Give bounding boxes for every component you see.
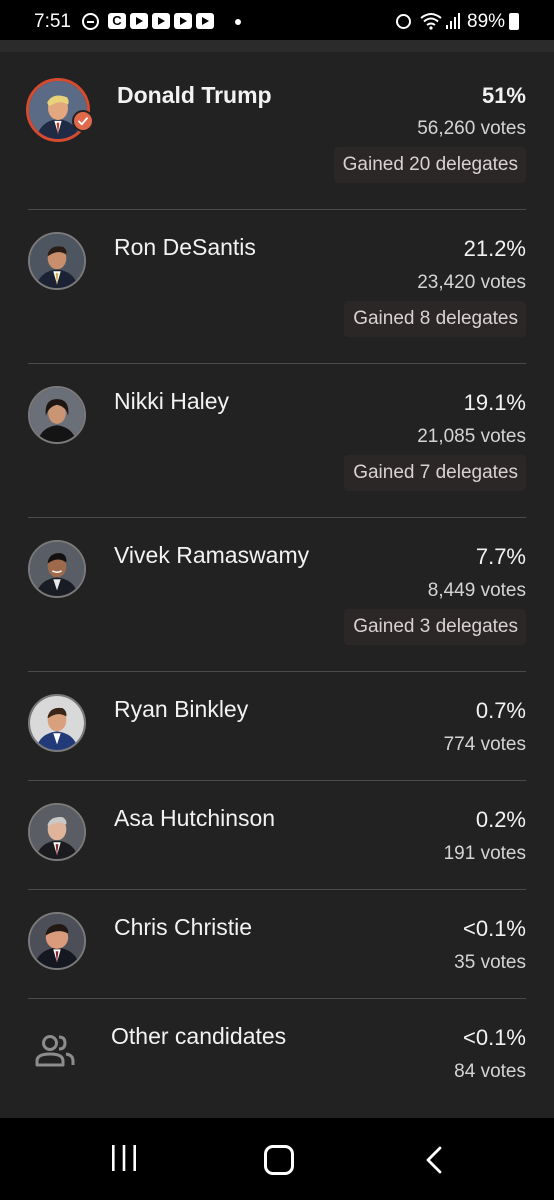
candidate-percent: <0.1% (463, 1025, 526, 1050)
battery-percent: 89% (467, 11, 506, 32)
candidate-votes: 8,449 votes (427, 580, 526, 601)
candidate-name: Donald Trump (117, 82, 272, 108)
candidate-avatar (28, 694, 86, 752)
results-list[interactable]: Donald Trump 51% 56,260 votes Gained 20 … (0, 52, 554, 1118)
candidate-photo (30, 542, 84, 596)
scrolled-content-edge (0, 40, 554, 52)
divider (28, 889, 526, 890)
candidate-votes: 35 votes (454, 952, 526, 973)
candidate-name: Vivek Ramaswamy (114, 542, 310, 568)
candidate-percent: 0.7% (475, 698, 526, 723)
people-icon (35, 1035, 75, 1067)
candidate-photo (30, 388, 84, 442)
youtube-icon (174, 13, 192, 29)
candidate-votes: 191 votes (443, 843, 526, 864)
candidate-name: Asa Hutchinson (114, 805, 276, 831)
candidate-votes: 56,260 votes (417, 118, 526, 139)
candidate-percent: 19.1% (463, 390, 526, 415)
candidate-votes: 84 votes (454, 1061, 526, 1082)
divider (28, 517, 526, 518)
candidate-avatar (28, 540, 86, 598)
wifi-icon (420, 13, 442, 30)
candidate-votes: 774 votes (443, 734, 526, 755)
candidate-percent: 21.2% (463, 236, 526, 261)
battery-icon (509, 13, 519, 30)
back-icon[interactable] (424, 1146, 444, 1174)
candidate-avatar (28, 232, 86, 290)
candidate-name: Chris Christie (114, 914, 253, 940)
youtube-icon (130, 13, 148, 29)
more-notifications-dot-icon (235, 19, 241, 25)
candidate-votes: 21,085 votes (417, 426, 526, 447)
candidate-percent: 51% (481, 83, 526, 108)
delegates-badge: Gained 7 delegates (344, 455, 526, 491)
candidate-photo (30, 234, 84, 288)
home-icon[interactable] (264, 1145, 294, 1175)
divider (28, 998, 526, 999)
candidate-photo (30, 805, 84, 859)
signal-icon (446, 13, 460, 29)
candidate-percent: <0.1% (463, 916, 526, 941)
candidate-photo (30, 914, 84, 968)
do-not-disturb-icon (82, 13, 99, 30)
delegates-badge: Gained 8 delegates (344, 301, 526, 337)
recents-icon[interactable] (110, 1145, 138, 1171)
divider (28, 671, 526, 672)
candidate-photo (30, 696, 84, 750)
youtube-icon (152, 13, 170, 29)
candidate-avatar (28, 912, 86, 970)
delegates-badge: Gained 3 delegates (344, 609, 526, 645)
candidate-percent: 7.7% (475, 544, 526, 569)
candidate-name: Ron DeSantis (114, 234, 256, 260)
divider (28, 780, 526, 781)
status-bar: 7:51 C 89% (0, 0, 554, 40)
alarm-icon (396, 14, 411, 29)
candidate-avatar (28, 803, 86, 861)
candidate-votes: 23,420 votes (417, 272, 526, 293)
navigation-bar (0, 1118, 554, 1200)
divider (28, 209, 526, 210)
youtube-icon (196, 13, 214, 29)
candidate-name: Ryan Binkley (114, 696, 249, 722)
candidate-name: Other candidates (111, 1023, 287, 1049)
winner-checkmark-icon (72, 110, 94, 132)
status-time: 7:51 (34, 11, 71, 32)
divider (28, 363, 526, 364)
candidate-percent: 0.2% (475, 807, 526, 832)
candidate-avatar (28, 386, 86, 444)
delegates-badge: Gained 20 delegates (333, 147, 526, 183)
app-c-icon: C (108, 13, 126, 29)
candidate-name: Nikki Haley (114, 388, 230, 414)
